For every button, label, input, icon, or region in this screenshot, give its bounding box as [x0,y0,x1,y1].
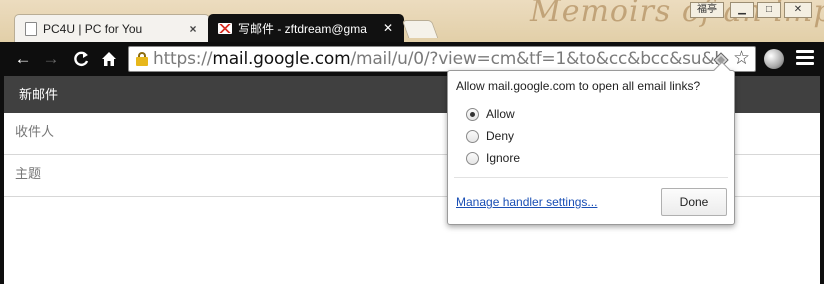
close-tab-icon[interactable]: × [187,22,199,36]
maximize-button[interactable]: □ [757,2,781,18]
ignore-option[interactable]: Ignore [466,149,520,167]
window-frame-right [820,76,824,284]
tab-compose-mail[interactable]: 写邮件 - zftdream@gma ✕ [208,14,404,42]
extension-globe-icon[interactable] [764,49,784,69]
to-label: 收件人 [15,124,55,139]
protocol-handler-bubble: Allow mail.google.com to open all email … [447,61,735,225]
minimize-button[interactable]: ▁ [730,2,754,18]
allow-label: Allow [486,107,515,121]
deny-option[interactable]: Deny [466,127,514,145]
done-button[interactable]: Done [661,188,727,216]
ignore-label: Ignore [486,151,521,165]
deny-label: Deny [486,129,515,143]
title-bar: Memoirs of an imperfe PC4U | PC for You … [0,0,824,42]
bubble-question: Allow mail.google.com to open all email … [456,79,701,93]
close-window-button[interactable]: ✕ [784,2,812,18]
lock-warning-icon[interactable] [135,52,149,66]
allow-radio[interactable] [466,107,479,121]
manage-handler-settings-link[interactable]: Manage handler settings... [456,195,597,209]
tab-title: 写邮件 - zftdream@gma [238,21,367,36]
subject-label: 主题 [15,166,42,181]
bubble-divider [454,177,728,178]
menu-icon[interactable] [796,50,814,68]
back-arrow-icon[interactable]: ← [12,48,34,70]
window-label-button[interactable]: 福亭 [690,2,724,18]
bookmark-star-icon[interactable]: ☆ [733,48,750,70]
gmail-icon [218,22,232,34]
new-tab-button[interactable] [401,20,439,38]
allow-option[interactable]: Allow [466,105,515,123]
home-icon[interactable] [98,48,120,70]
page-icon [25,21,37,36]
address-bar[interactable]: https://mail.google.com/mail/u/0/?view=c… [128,46,756,72]
reload-icon[interactable] [70,48,92,70]
url-text[interactable]: https://mail.google.com/mail/u/0/?view=c… [153,49,719,69]
deny-radio[interactable] [466,129,479,143]
tab-pc4u[interactable]: PC4U | PC for You × [14,14,210,42]
close-tab-icon[interactable]: ✕ [382,21,394,35]
ignore-radio[interactable] [466,151,479,165]
forward-arrow-icon[interactable]: → [40,48,62,70]
tab-title: PC4U | PC for You [43,21,143,36]
